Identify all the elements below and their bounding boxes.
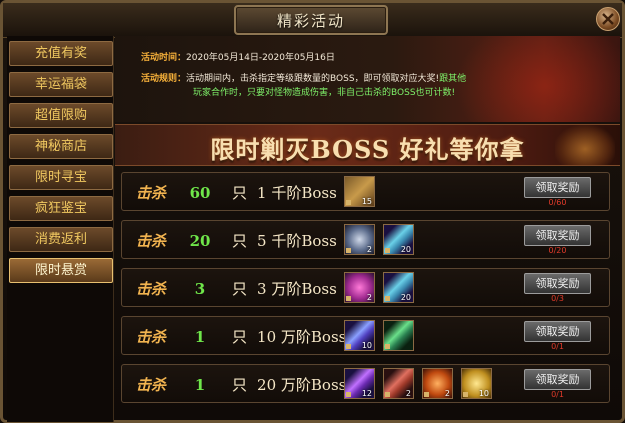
bound-lock-icon (346, 248, 351, 253)
kill-label: 击杀 (136, 328, 167, 346)
kill-count: 1 (194, 376, 206, 394)
boss-tier: 10 万阶Boss (257, 328, 347, 346)
boss-tier: 3 万阶Boss (257, 280, 337, 298)
reward-row: 击杀 20 只 5 千阶Boss 2 20 领取奖励 0/20 (121, 220, 610, 259)
green-crystal-icon[interactable] (383, 320, 414, 351)
bound-lock-icon (385, 296, 390, 301)
sidebar-item-recharge[interactable]: 充值有奖 (9, 41, 113, 66)
bound-lock-icon (385, 344, 390, 349)
kill-unit: 只 (232, 232, 248, 250)
kill-count: 60 (189, 184, 211, 202)
item-count: 2 (444, 389, 450, 398)
item-count: 2 (366, 293, 372, 302)
kill-unit: 只 (232, 280, 248, 298)
sidebar-item-rebate[interactable]: 消费返利 (9, 227, 113, 252)
slogan-banner: 限时剿灭BOSS 好礼等你拿 (115, 124, 620, 166)
reward-condition: 击杀 60 只 1 千阶Boss (136, 182, 337, 203)
kill-label: 击杀 (136, 376, 167, 394)
rule-text-highlight: 跟其他 (439, 74, 467, 84)
claim-reward-button[interactable]: 领取奖励 (524, 177, 591, 198)
bound-lock-icon (346, 296, 351, 301)
sidebar: 充值有奖 幸运福袋 超值限购 神秘商店 限时寻宝 疯狂鉴宝 消费返利 限时悬赏 (7, 36, 114, 422)
time-value: 2020年05月14日-2020年05月16日 (186, 53, 335, 63)
claim-reward-button[interactable]: 领取奖励 (524, 321, 591, 342)
sidebar-item-mystery-shop[interactable]: 神秘商店 (9, 134, 113, 159)
kill-unit: 只 (232, 328, 248, 346)
reward-condition: 击杀 1 只 20 万阶Boss (136, 374, 346, 395)
activity-time: 活动时间：2020年05月14日-2020年05月16日 (141, 51, 335, 65)
bound-lock-icon (463, 392, 468, 397)
activity-window: 精彩活动 充值有奖 幸运福袋 超值限购 神秘商店 限时寻宝 疯狂鉴宝 消费返利 … (0, 0, 625, 423)
sidebar-item-appraisal[interactable]: 疯狂鉴宝 (9, 196, 113, 221)
item-count: 2 (405, 389, 411, 398)
slogan-text: 限时剿灭BOSS 好礼等你拿 (210, 135, 525, 164)
time-label: 活动时间： (141, 53, 187, 63)
reward-row: 击杀 60 只 1 千阶Boss 15 领取奖励 0/60 (121, 172, 610, 211)
bound-lock-icon (424, 392, 429, 397)
sidebar-item-limited-buy[interactable]: 超值限购 (9, 103, 113, 128)
bound-lock-icon (385, 392, 390, 397)
sidebar-item-bounty[interactable]: 限时悬赏 (9, 258, 113, 283)
item-count: 20 (400, 293, 411, 302)
reward-row: 击杀 1 只 10 万阶Boss 10 领取奖励 0/1 (121, 316, 610, 355)
item-count: 15 (361, 197, 372, 206)
bound-lock-icon (385, 248, 390, 253)
kill-count: 1 (194, 328, 206, 346)
compass-orb-icon[interactable]: 2 (344, 224, 375, 255)
reward-condition: 击杀 20 只 5 千阶Boss (136, 230, 337, 251)
treasure-chest-icon[interactable]: 15 (344, 176, 375, 207)
claim-reward-button[interactable]: 领取奖励 (524, 273, 591, 294)
reward-row: 击杀 1 只 20 万阶Boss 12 2 2 10 领取奖励 0/1 (121, 364, 610, 403)
rule-text: 活动期间内，击杀指定等级跟数量的BOSS，即可领取对应大奖! (186, 74, 440, 84)
crystal-shard-icon[interactable]: 20 (383, 224, 414, 255)
kill-progress: 0/3 (551, 294, 564, 303)
activity-banner: 活动时间：2020年05月14日-2020年05月16日 活动规则：活动期间内，… (115, 36, 620, 122)
reward-condition: 击杀 1 只 10 万阶Boss (136, 326, 346, 347)
close-icon (602, 13, 614, 25)
rule-text-line2: 玩家合作时，只要对怪物造成伤害，非自己击杀的BOSS也可计数! (193, 88, 456, 98)
fire-orb-icon[interactable]: 2 (422, 368, 453, 399)
bound-lock-icon (346, 392, 351, 397)
kill-label: 击杀 (136, 232, 167, 250)
sidebar-item-lucky-bag[interactable]: 幸运福袋 (9, 72, 113, 97)
claim-reward-button[interactable]: 领取奖励 (524, 369, 591, 390)
bound-lock-icon (346, 200, 351, 205)
close-button[interactable] (596, 7, 620, 31)
sidebar-item-treasure-hunt[interactable]: 限时寻宝 (9, 165, 113, 190)
activity-rules: 活动规则：活动期间内，击杀指定等级跟数量的BOSS，即可领取对应大奖!跟其他 (141, 72, 466, 86)
kill-unit: 只 (232, 184, 248, 202)
claim-reward-button[interactable]: 领取奖励 (524, 225, 591, 246)
item-count: 2 (366, 245, 372, 254)
pink-gem-icon[interactable]: 2 (344, 272, 375, 303)
boss-tier: 5 千阶Boss (257, 232, 337, 250)
kill-unit: 只 (232, 376, 248, 394)
boss-tier: 1 千阶Boss (257, 184, 337, 202)
title-bar: 精彩活动 (3, 3, 622, 38)
kill-count: 20 (189, 232, 211, 250)
kill-progress: 0/1 (551, 342, 564, 351)
banner-art (455, 36, 620, 122)
red-feather-icon[interactable]: 2 (383, 368, 414, 399)
title-plate: 精彩活动 (234, 5, 388, 35)
kill-progress: 0/1 (551, 390, 564, 399)
reward-row: 击杀 3 只 3 万阶Boss 2 20 领取奖励 0/3 (121, 268, 610, 307)
item-count: 12 (361, 389, 372, 398)
kill-progress: 0/60 (548, 198, 567, 207)
bound-lock-icon (346, 344, 351, 349)
rule-label: 活动规则： (141, 74, 187, 84)
reward-condition: 击杀 3 只 3 万阶Boss (136, 278, 337, 299)
kill-label: 击杀 (136, 280, 167, 298)
window-title: 精彩活动 (276, 12, 345, 30)
item-count: 20 (400, 245, 411, 254)
kill-count: 3 (194, 280, 206, 298)
item-count: 10 (478, 389, 489, 398)
gold-coin-icon[interactable]: 10 (461, 368, 492, 399)
boss-tier: 20 万阶Boss (257, 376, 347, 394)
kill-label: 击杀 (136, 184, 167, 202)
purple-feather-icon[interactable]: 12 (344, 368, 375, 399)
item-count: 10 (361, 341, 372, 350)
kill-progress: 0/20 (548, 246, 567, 255)
crystal-shard-icon[interactable]: 20 (383, 272, 414, 303)
blue-feather-icon[interactable]: 10 (344, 320, 375, 351)
